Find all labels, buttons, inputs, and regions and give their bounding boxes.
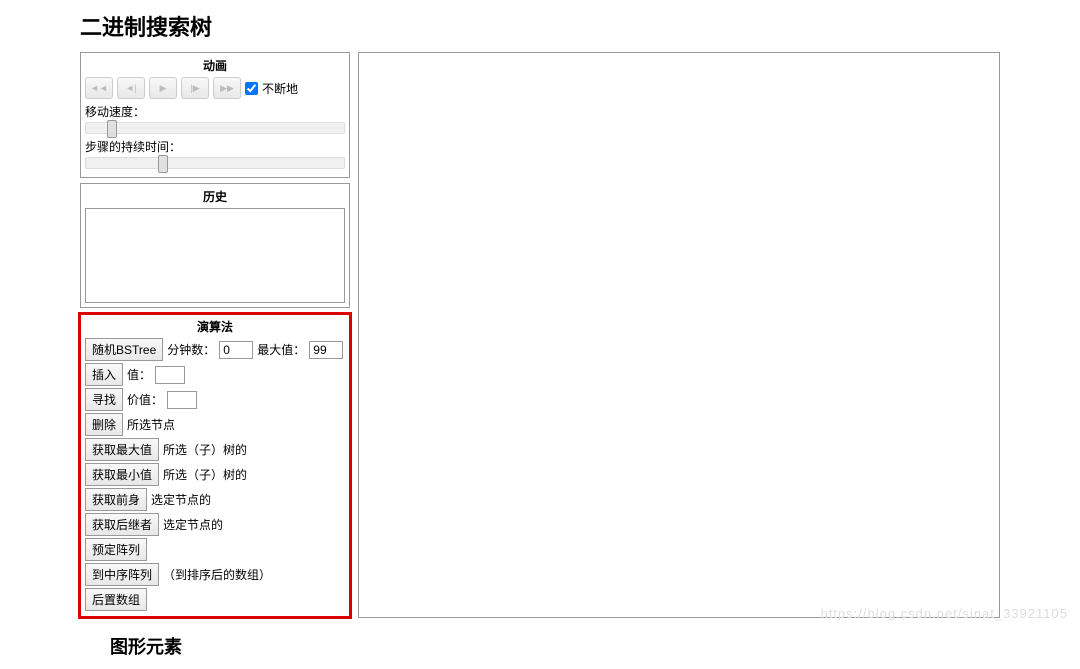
forward-end-button[interactable]: ▶▶ (213, 77, 241, 99)
inorder-button[interactable]: 到中序阵列 (85, 563, 159, 586)
preorder-button[interactable]: 预定阵列 (85, 538, 147, 561)
step-back-button[interactable]: ◄| (117, 77, 145, 99)
minutes-input[interactable] (219, 341, 253, 359)
max-input[interactable] (309, 341, 343, 359)
play-button[interactable]: ▶ (149, 77, 177, 99)
find-value-label: 价值： (127, 391, 163, 408)
duration-slider[interactable] (85, 157, 345, 169)
speed-label: 移动速度： (85, 103, 345, 120)
watermark: https://blog.csdn.net/sinat_33921105 (820, 606, 1068, 621)
find-value-input[interactable] (167, 391, 197, 409)
getmax-desc: 所选（子）树的 (163, 441, 247, 458)
inorder-desc: （到排序后的数组） (163, 566, 271, 583)
animation-title: 动画 (85, 57, 345, 74)
postorder-button[interactable]: 后置数组 (85, 588, 147, 611)
history-panel: 历史 (80, 183, 350, 308)
insert-button[interactable]: 插入 (85, 363, 123, 386)
duration-label: 步骤的持续时间： (85, 138, 345, 155)
page-title: 二进制搜索树 (80, 10, 1000, 42)
insert-value-input[interactable] (155, 366, 185, 384)
random-bstree-button[interactable]: 随机BSTree (85, 338, 163, 361)
continuous-label: 不断地 (262, 80, 298, 97)
getpred-button[interactable]: 获取前身 (85, 488, 147, 511)
algorithm-panel: 演算法 随机BSTree 分钟数： 最大值： 插入 值： 寻找 价值： (80, 313, 350, 618)
getmin-desc: 所选（子）树的 (163, 466, 247, 483)
graphic-elements-title: 图形元素 (110, 633, 1000, 659)
getsucc-button[interactable]: 获取后继者 (85, 513, 159, 536)
minutes-label: 分钟数： (167, 341, 215, 358)
getmin-button[interactable]: 获取最小值 (85, 463, 159, 486)
animation-panel: 动画 ◄◄ ◄| ▶ |▶ ▶▶ 不断地 移动速度： 步骤的持续时间： (80, 52, 350, 178)
speed-slider[interactable] (85, 122, 345, 134)
continuous-checkbox[interactable] (245, 82, 258, 95)
canvas-area (358, 52, 1000, 618)
insert-value-label: 值： (127, 366, 151, 383)
step-forward-button[interactable]: |▶ (181, 77, 209, 99)
delete-desc: 所选节点 (127, 416, 175, 433)
getsucc-desc: 选定节点的 (163, 516, 223, 533)
getpred-desc: 选定节点的 (151, 491, 211, 508)
find-button[interactable]: 寻找 (85, 388, 123, 411)
rewind-start-button[interactable]: ◄◄ (85, 77, 113, 99)
delete-button[interactable]: 删除 (85, 413, 123, 436)
algorithm-title: 演算法 (85, 318, 345, 335)
left-column: 动画 ◄◄ ◄| ▶ |▶ ▶▶ 不断地 移动速度： 步骤的持续时间： 历史 (80, 52, 350, 618)
max-label: 最大值： (257, 341, 305, 358)
history-box[interactable] (85, 208, 345, 303)
history-title: 历史 (85, 188, 345, 205)
getmax-button[interactable]: 获取最大值 (85, 438, 159, 461)
